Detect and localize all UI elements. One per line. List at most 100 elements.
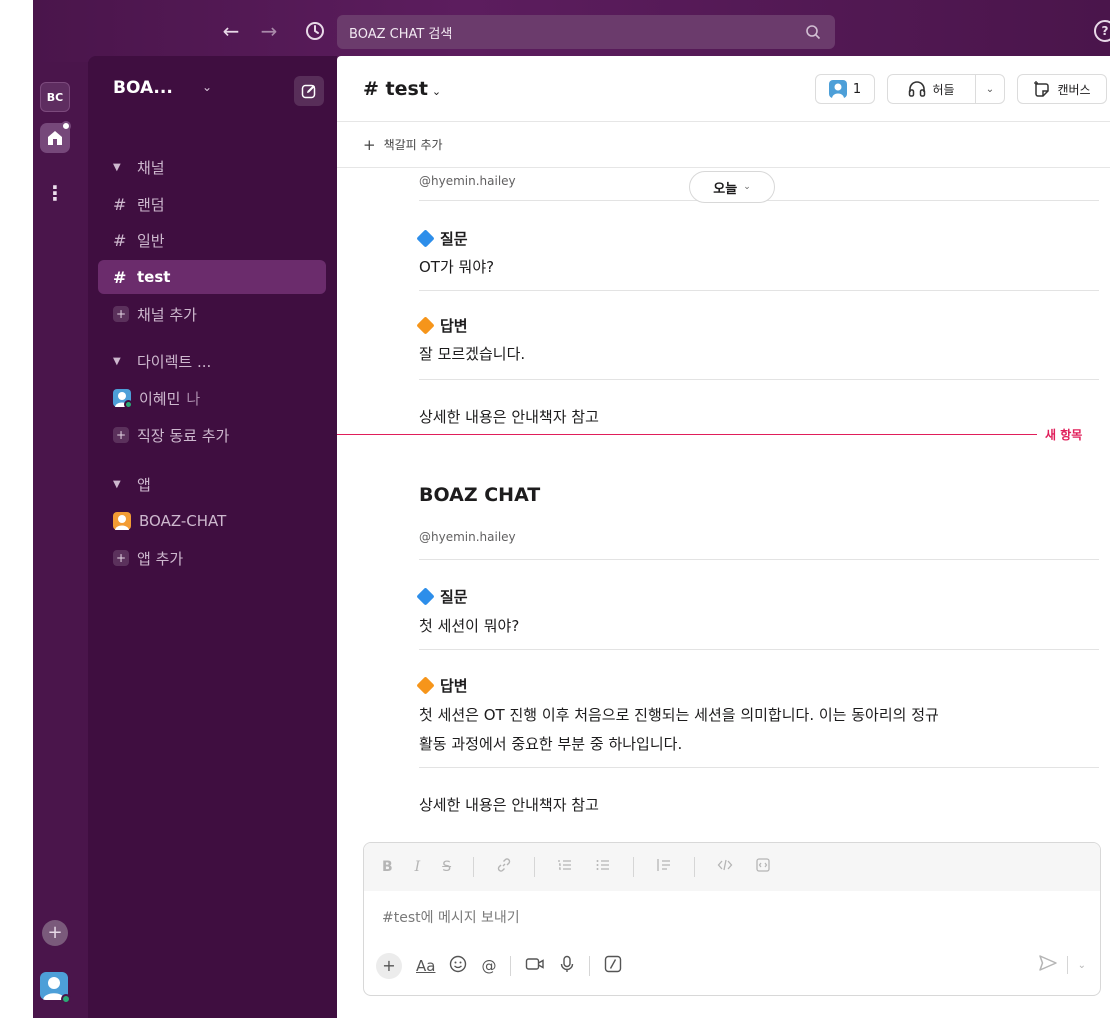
members-button[interactable]: 1 [815, 74, 875, 104]
emoji-icon[interactable] [449, 955, 467, 977]
member-count: 1 [852, 81, 862, 97]
workspace-avatar[interactable]: BC [40, 82, 70, 112]
divider [694, 857, 696, 877]
answer-text-line: 활동 과정에서 중요한 부분 중 하나입니다. [419, 735, 683, 753]
channel-title-button[interactable]: # test ⌄ [363, 78, 441, 100]
italic-icon[interactable]: I [415, 859, 421, 875]
search-bar[interactable]: BOAZ CHAT 검색 [337, 15, 835, 49]
add-bookmark-button[interactable]: + 책갈피 추가 [337, 122, 1110, 168]
help-icon[interactable]: ? [1094, 20, 1110, 42]
date-divider-button[interactable]: 오늘 ⌄ [689, 171, 775, 203]
question-text: 첫 세션이 뭐야? [419, 617, 520, 635]
message-handle: @hyemin.hailey [419, 174, 516, 188]
divider [633, 857, 635, 877]
huddle-start[interactable]: 허들 [888, 75, 976, 103]
chevron-down-icon[interactable]: ⌄ [976, 84, 1004, 95]
plus-icon[interactable]: + [376, 953, 402, 979]
video-icon[interactable] [525, 956, 545, 976]
question-text: OT가 뭐야? [419, 258, 495, 276]
orange-diamond-icon [416, 316, 435, 335]
code-icon[interactable] [717, 857, 733, 877]
plus-icon: + [113, 427, 129, 443]
direct-section-header[interactable]: ▼ 다이렉트 ... [98, 344, 326, 378]
divider [473, 857, 475, 877]
channel-label: 일반 [137, 231, 165, 250]
formatting-toggle-icon[interactable]: Aa [416, 957, 435, 975]
apps-section-header[interactable]: ▼ 앱 [98, 467, 326, 501]
answer-text: 잘 모르겠습니다. [419, 345, 526, 363]
hash-icon: # [113, 194, 127, 214]
add-channel-button[interactable]: + 채널 추가 [98, 297, 326, 331]
chevron-down-icon: ⌄ [743, 182, 751, 192]
dm-self-suffix: 나 [186, 389, 201, 408]
section-label: 채널 [137, 158, 165, 177]
sidebar-item-general[interactable]: # 일반 [98, 223, 326, 257]
question-label-row: 질문 [416, 228, 468, 249]
sidebar-item-dm-self[interactable]: 이혜민 나 [98, 381, 326, 415]
mention-icon[interactable]: @ [481, 957, 496, 975]
plus-icon: + [363, 135, 376, 154]
canvas-button[interactable]: 캔버스 [1017, 74, 1107, 104]
add-coworker-button[interactable]: + 직장 동료 추가 [98, 418, 326, 452]
caret-down-icon: ▼ [113, 161, 121, 173]
divider [419, 649, 1099, 650]
ordered-list-icon[interactable] [557, 857, 573, 877]
section-label: 다이렉트 ... [137, 352, 212, 371]
answer-text-line: 첫 세션은 OT 진행 이후 처음으로 진행되는 세션을 의미합니다. 이는 동… [419, 706, 939, 724]
question-label-row: 질문 [416, 586, 468, 607]
sidebar-item-test[interactable]: # test [98, 260, 326, 294]
home-icon[interactable] [40, 121, 71, 153]
forward-arrow-icon[interactable]: → [257, 20, 281, 42]
reference-text: 상세한 내용은 안내책자 참고 [419, 408, 599, 426]
search-placeholder: BOAZ CHAT 검색 [349, 26, 453, 42]
formatting-toolbar: B I S [364, 843, 1100, 891]
answer-label: 답변 [440, 677, 468, 695]
sidebar-item-random[interactable]: # 랜덤 [98, 187, 326, 221]
message-title: BOAZ CHAT [419, 484, 541, 506]
message-composer[interactable]: B I S #test에 메시지 보내기 + Aa @ ⌄ [363, 842, 1101, 996]
add-workspace-button[interactable]: + [42, 920, 68, 946]
message-input[interactable]: #test에 메시지 보내기 [382, 907, 520, 927]
add-app-button[interactable]: + 앱 추가 [98, 541, 326, 575]
message-handle: @hyemin.hailey [419, 530, 516, 544]
divider [589, 956, 591, 976]
workspace-rail: BC ⋮ + [33, 62, 88, 1018]
bold-icon[interactable]: B [382, 859, 393, 875]
answer-label-row: 답변 [416, 675, 468, 696]
divider [419, 767, 1099, 768]
slash-command-icon[interactable] [604, 955, 622, 977]
compose-icon[interactable] [294, 76, 324, 106]
hash-icon: # [113, 267, 127, 287]
workspace-name[interactable]: BOA... [113, 78, 173, 98]
link-icon[interactable] [496, 857, 512, 877]
more-icon[interactable]: ⋮ [40, 178, 70, 208]
microphone-icon[interactable] [559, 955, 575, 977]
back-arrow-icon[interactable]: ← [219, 20, 243, 42]
new-messages-divider [337, 434, 1037, 435]
blockquote-icon[interactable] [656, 857, 672, 877]
send-icon[interactable] [1038, 955, 1057, 975]
date-label: 오늘 [713, 181, 738, 197]
channel-label: 랜덤 [137, 195, 165, 214]
strikethrough-icon[interactable]: S [442, 859, 451, 875]
new-messages-label: 새 항목 [1045, 428, 1083, 442]
chevron-down-icon[interactable]: ⌄ [1078, 960, 1086, 971]
canvas-label: 캔버스 [1057, 82, 1091, 97]
huddle-button[interactable]: 허들 ⌄ [887, 74, 1005, 104]
divider [419, 379, 1099, 380]
presence-icon [124, 400, 133, 409]
question-label: 질문 [440, 588, 468, 606]
app-avatar [113, 512, 131, 530]
composer-tools: + Aa @ [376, 953, 622, 979]
history-icon[interactable] [303, 21, 327, 45]
sidebar-item-app-boaz-chat[interactable]: BOAZ-CHAT [98, 504, 326, 538]
bulleted-list-icon[interactable] [595, 857, 611, 877]
code-block-icon[interactable] [755, 857, 771, 877]
plus-icon: + [113, 306, 129, 322]
sidebar: BOA... ⌄ ▼ 채널 # 랜덤 # 일반 # test + 채널 추가 ▼… [88, 56, 337, 1018]
reference-text: 상세한 내용은 안내책자 참고 [419, 796, 599, 814]
chevron-down-icon[interactable]: ⌄ [202, 80, 212, 94]
send-controls: ⌄ [1038, 955, 1086, 975]
section-label: 앱 [137, 475, 151, 494]
channels-section-header[interactable]: ▼ 채널 [98, 150, 326, 184]
